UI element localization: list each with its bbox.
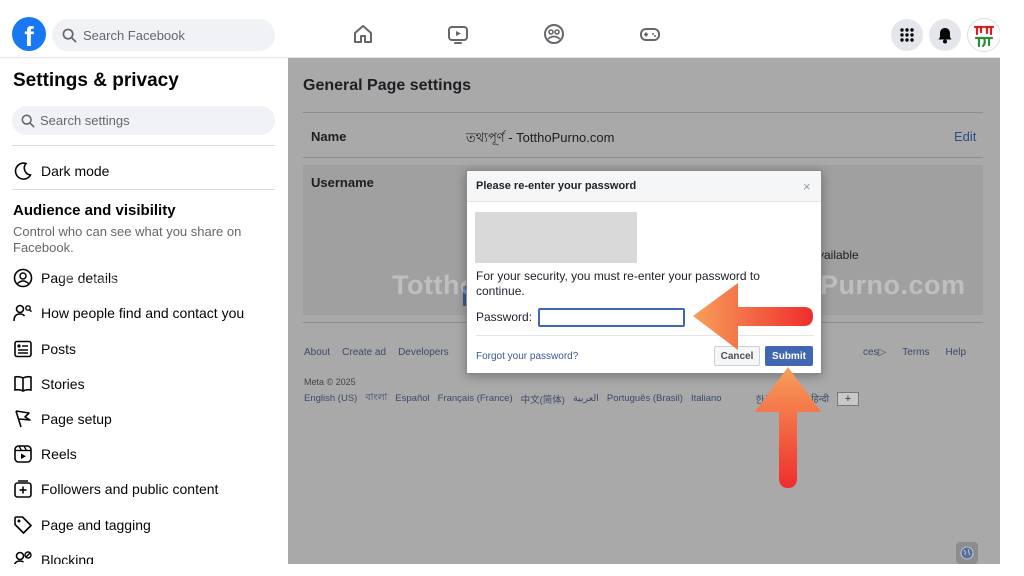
forgot-password-link[interactable]: Forgot your password?: [476, 351, 578, 362]
bell-icon: [938, 27, 952, 43]
footer-link-about[interactable]: About: [304, 347, 330, 358]
grid-icon: [900, 28, 914, 42]
facebook-logo[interactable]: f: [12, 17, 46, 51]
sidebar-title: Settings & privacy: [13, 70, 179, 91]
language-link[interactable]: বাংলা: [365, 391, 387, 406]
password-input[interactable]: [538, 308, 685, 327]
sidebar-item-page-tagging[interactable]: Page and tagging: [12, 513, 151, 537]
sidebar-item-label: Dark mode: [41, 163, 110, 179]
divider: [476, 335, 814, 336]
name-row-label: Name: [311, 129, 347, 144]
language-list: English (US) বাংলা Español Français (Fra…: [304, 391, 860, 406]
language-link[interactable]: English (US): [304, 393, 357, 404]
language-link[interactable]: 中文(简体): [521, 392, 565, 406]
gaming-icon[interactable]: [638, 22, 662, 46]
redacted-image-placeholder: [475, 212, 637, 263]
sidebar-item-label: Posts: [41, 341, 77, 357]
settings-sidebar: Settings & privacy Search settings Dark …: [0, 58, 288, 576]
footer-link-help[interactable]: Help: [946, 347, 967, 358]
section-heading: Audience and visibility: [13, 202, 176, 219]
home-icon[interactable]: [351, 22, 375, 46]
facebook-search-input[interactable]: Search Facebook: [52, 19, 275, 51]
reels-icon: [12, 443, 34, 465]
language-link[interactable]: Français (France): [438, 393, 513, 404]
tag-icon: [12, 514, 34, 536]
cancel-button[interactable]: Cancel: [714, 346, 760, 366]
language-link[interactable]: Italiano: [691, 393, 722, 404]
posts-icon: [12, 338, 34, 360]
totthopurno-logo-icon: [969, 20, 999, 50]
sidebar-item-label: Stories: [41, 376, 85, 392]
reenter-password-dialog: Please re-enter your password × For your…: [466, 170, 822, 374]
globe-icon: [960, 546, 974, 560]
username-availability-text: vailable: [818, 248, 859, 262]
book-icon: [12, 373, 34, 395]
username-row-label: Username: [311, 175, 374, 190]
sidebar-item-reels[interactable]: Reels: [12, 442, 77, 466]
people-search-icon: [12, 302, 34, 324]
language-globe-button[interactable]: [956, 542, 978, 564]
profile-avatar[interactable]: [967, 18, 1001, 52]
watermark-text: TotthoPurno.com: [58, 270, 289, 300]
sidebar-item-followers[interactable]: Followers and public content: [12, 477, 218, 501]
language-link[interactable]: Español: [395, 393, 429, 404]
sidebar-item-label: How people find and contact you: [41, 305, 245, 321]
copyright-text: Meta © 2025: [304, 377, 356, 387]
search-icon: [62, 28, 77, 42]
footer-link-terms[interactable]: Terms: [902, 347, 929, 358]
person-circle-icon: [12, 267, 34, 289]
divider: [303, 157, 983, 158]
divider: [12, 145, 275, 146]
sidebar-item-stories[interactable]: Stories: [12, 372, 85, 396]
sidebar-item-page-setup[interactable]: Page setup: [12, 407, 112, 431]
name-edit-link[interactable]: Edit: [954, 129, 976, 144]
dialog-message: For your security, you must re-enter you…: [476, 269, 760, 298]
sidebar-item-label: Reels: [41, 446, 77, 462]
language-link[interactable]: हिन्दी: [811, 392, 829, 405]
dialog-title: Please re-enter your password: [476, 180, 637, 192]
settings-search-placeholder: Search settings: [40, 113, 130, 128]
divider: [12, 189, 275, 190]
groups-icon[interactable]: [542, 22, 566, 46]
sidebar-item-find-contact[interactable]: How people find and contact you: [12, 301, 244, 325]
top-navigation-bar: f Search Facebook: [0, 0, 1024, 58]
language-link[interactable]: 한국: [756, 392, 773, 406]
window-edge: [0, 564, 1024, 576]
settings-search-input[interactable]: Search settings: [12, 106, 275, 135]
name-row-value: তথ্যপূর্ণ - TotthoPurno.com: [466, 130, 615, 145]
sidebar-item-posts[interactable]: Posts: [12, 337, 76, 361]
plus-box-icon: [12, 478, 34, 500]
moon-icon: [12, 160, 34, 182]
footer-link-create-ad[interactable]: Create ad: [342, 347, 386, 358]
flag-icon: [12, 408, 34, 430]
notifications-button[interactable]: [929, 19, 961, 51]
footer-links-right: ces▷ Terms Help: [863, 347, 966, 358]
language-link[interactable]: Português (Brasil): [607, 393, 683, 404]
divider: [303, 112, 983, 113]
language-link[interactable]: العربية: [573, 393, 599, 404]
search-icon: [21, 114, 35, 127]
sidebar-item-label: Page setup: [41, 411, 112, 427]
section-description: Control who can see what you share on Fa…: [13, 224, 242, 255]
sidebar-item-label: Page and tagging: [41, 517, 151, 533]
page-title: General Page settings: [303, 77, 472, 94]
window-edge: [1000, 0, 1024, 576]
menu-grid-button[interactable]: [891, 19, 923, 51]
sidebar-item-label: Followers and public content: [41, 481, 219, 497]
footer-links: About Create ad Developers: [304, 347, 449, 358]
more-languages-button[interactable]: +: [837, 391, 860, 406]
facebook-search-placeholder: Search Facebook: [83, 27, 185, 43]
footer-link-choices[interactable]: ces▷: [863, 347, 886, 358]
sidebar-item-dark-mode[interactable]: Dark mode: [12, 159, 109, 183]
password-label: Password:: [476, 310, 533, 324]
video-icon[interactable]: [446, 22, 470, 46]
dialog-header: Please re-enter your password ×: [467, 171, 821, 202]
footer-link-developers[interactable]: Developers: [398, 347, 449, 358]
close-icon[interactable]: ×: [803, 179, 811, 194]
submit-button[interactable]: Submit: [765, 346, 813, 366]
